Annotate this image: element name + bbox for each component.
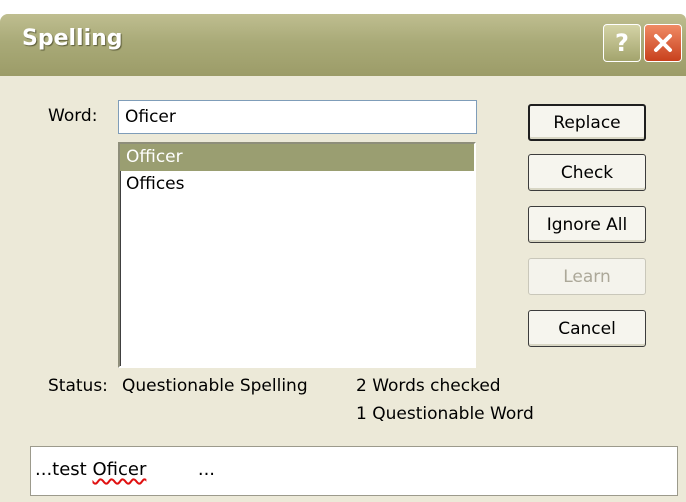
replace-button[interactable]: Replace (528, 104, 646, 141)
spelling-dialog: Spelling ? Word: Officer Offices Replace… (0, 14, 686, 502)
close-button[interactable] (644, 24, 682, 62)
cancel-button[interactable]: Cancel (528, 310, 646, 347)
status-label: Status: (48, 376, 108, 396)
context-prefix: ...test (35, 459, 93, 480)
help-button[interactable]: ? (603, 24, 641, 62)
word-label: Word: (48, 106, 98, 126)
questionable-word-count: 1 Questionable Word (356, 404, 534, 424)
status-value: Questionable Spelling (122, 376, 308, 396)
title-bar[interactable]: Spelling ? (0, 14, 686, 76)
misspelled-word: Oficer (92, 459, 147, 480)
words-checked-count: 2 Words checked (356, 376, 501, 396)
context-preview: ...test Oficer ... (30, 446, 678, 496)
dialog-title: Spelling (22, 26, 123, 51)
suggestions-list[interactable]: Officer Offices (118, 142, 476, 368)
context-suffix: ... (146, 459, 216, 480)
ignore-all-button[interactable]: Ignore All (528, 206, 646, 243)
suggestion-item-officer[interactable]: Officer (120, 144, 474, 171)
check-button[interactable]: Check (528, 154, 646, 191)
learn-button[interactable]: Learn (528, 258, 646, 295)
suggestion-item-offices[interactable]: Offices (120, 171, 474, 198)
help-icon: ? (615, 29, 629, 57)
close-icon (654, 34, 672, 52)
word-input[interactable] (118, 100, 477, 134)
